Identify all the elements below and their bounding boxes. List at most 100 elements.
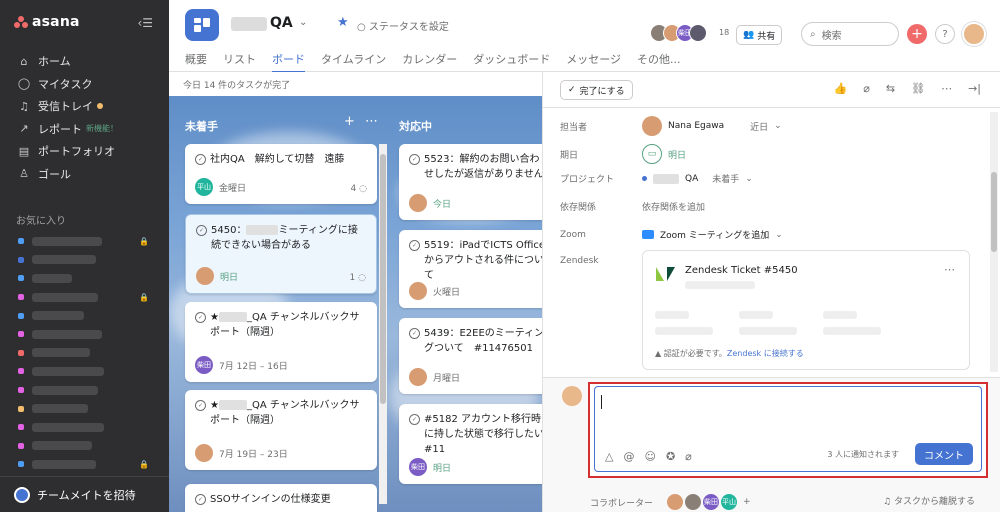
avatar[interactable]: 平山 xyxy=(195,178,213,196)
favorite-project-item[interactable]: 🔒 xyxy=(0,455,169,474)
add-task-icon[interactable]: + xyxy=(344,114,355,129)
sidebar-item-my-tasks[interactable]: ◯ マイタスク xyxy=(0,73,169,96)
like-icon[interactable]: 👍 xyxy=(834,82,848,95)
check-icon[interactable]: ✓ xyxy=(196,225,207,236)
column-title-in-progress[interactable]: 対応中 xyxy=(399,118,432,134)
favorite-project-item[interactable] xyxy=(0,306,169,325)
create-button[interactable]: + xyxy=(907,24,927,44)
attachment-icon[interactable]: ⌀ xyxy=(863,82,870,95)
star-icon[interactable]: ★ xyxy=(337,15,349,30)
subtask-icon[interactable]: ⇆ xyxy=(886,82,895,95)
collapse-sidebar-icon[interactable]: ‹☰ xyxy=(137,16,153,30)
check-icon[interactable]: ✓ xyxy=(409,328,420,339)
search-input[interactable]: ⌕ 検索 xyxy=(801,22,899,46)
assignee-extra[interactable]: 近日 xyxy=(750,120,768,133)
project-section[interactable]: 未着手 xyxy=(712,172,739,185)
tab-overview[interactable]: 概要 xyxy=(185,51,207,73)
avatar[interactable]: 柴田 xyxy=(703,494,720,510)
sidebar-item-inbox[interactable]: ♫ 受信トレイ xyxy=(0,95,169,118)
leave-task-button[interactable]: ♫ タスクから離脱する xyxy=(883,494,975,507)
pane-scrollbar[interactable] xyxy=(990,112,998,372)
favorite-project-item[interactable]: 🔒 xyxy=(0,232,169,251)
favorite-project-item[interactable]: 🔒 xyxy=(0,288,169,307)
task-card-selected[interactable]: ✓ 5450： ミーティングに接続できない場合がある 明日 1 ◌ xyxy=(185,214,377,294)
mark-complete-button[interactable]: ✓ 完了にする xyxy=(560,80,633,100)
chevron-down-icon[interactable]: ⌄ xyxy=(774,121,782,131)
task-card[interactable]: ✓ 5439：E2EEのミーティングついて #11476501 月曜日 xyxy=(399,318,542,394)
emoji-icon[interactable]: ☺ xyxy=(644,450,655,463)
user-avatar[interactable] xyxy=(962,22,986,46)
close-pane-icon[interactable]: →| xyxy=(968,82,981,95)
invite-teammates-button[interactable]: チームメイトを招待 xyxy=(0,476,169,512)
scrollbar-thumb[interactable] xyxy=(991,172,997,252)
sidebar-item-portfolios[interactable]: ▤ ポートフォリオ xyxy=(0,140,169,163)
tab-timeline[interactable]: タイムライン xyxy=(321,51,386,73)
sidebar-item-reports[interactable]: ↗ レポート 新機能！ xyxy=(0,118,169,141)
check-icon[interactable]: ✓ xyxy=(195,312,206,323)
avatar[interactable] xyxy=(409,282,427,300)
avatar[interactable]: 柴田 xyxy=(409,458,427,476)
comment-button[interactable]: コメント xyxy=(915,443,973,465)
tab-list[interactable]: リスト xyxy=(223,51,256,73)
task-card[interactable]: ✓ 5523：解約のお問い合わせしたが返信がありません 今日 xyxy=(399,144,542,220)
avatar[interactable] xyxy=(685,494,702,510)
due-date-value[interactable]: 明日 xyxy=(668,148,686,161)
avatar[interactable] xyxy=(409,368,427,386)
column-scrollbar[interactable] xyxy=(379,144,387,504)
favorite-project-item[interactable] xyxy=(0,325,169,344)
favorite-project-item[interactable] xyxy=(0,437,169,456)
set-status-button[interactable]: ○ ステータスを設定 xyxy=(357,18,449,33)
check-icon[interactable]: ✓ xyxy=(195,154,206,165)
sidebar-item-home[interactable]: ⌂ ホーム xyxy=(0,50,169,73)
link-icon[interactable]: ⛓ xyxy=(911,82,925,95)
task-card[interactable]: ✓ SSOサインインの仕様変更 xyxy=(185,484,377,512)
member-avatars[interactable]: 柴田 xyxy=(650,24,707,42)
tab-calendar[interactable]: カレンダー xyxy=(402,51,457,73)
add-zoom-meeting-button[interactable]: Zoom ミーティングを追加 xyxy=(660,228,769,241)
sidebar-item-goals[interactable]: ♙ ゴール xyxy=(0,163,169,186)
tab-dashboard[interactable]: ダッシュボード xyxy=(473,51,550,73)
project-board-icon[interactable] xyxy=(185,9,219,41)
task-card[interactable]: ✓ 5519：iPadでICTS Officeからアウトされる件について 火曜日 xyxy=(399,230,542,308)
check-icon[interactable]: ✓ xyxy=(195,400,206,411)
add-collaborator-icon[interactable]: + xyxy=(743,497,751,507)
chevron-down-icon[interactable]: ⌄ xyxy=(299,17,307,28)
sticker-icon[interactable]: ✪ xyxy=(666,450,675,463)
avatar[interactable] xyxy=(409,194,427,212)
assignee-name[interactable]: Nana Egawa xyxy=(668,121,724,131)
favorite-project-item[interactable] xyxy=(0,269,169,288)
task-card[interactable]: ✓ ★ _QA チャンネルバックサポート（隔週） 柴田 7月 12日 – 16日 xyxy=(185,302,377,382)
chevron-down-icon[interactable]: ⌄ xyxy=(775,230,783,240)
project-title[interactable]: QA xyxy=(270,15,293,31)
check-icon[interactable]: ✓ xyxy=(409,414,420,425)
favorite-project-item[interactable] xyxy=(0,399,169,418)
favorite-project-item[interactable] xyxy=(0,381,169,400)
formatting-icon[interactable]: △ xyxy=(605,450,613,463)
avatar[interactable] xyxy=(195,444,213,462)
more-icon[interactable]: ⋯ xyxy=(944,263,955,276)
add-dependency-button[interactable]: 依存関係を追加 xyxy=(642,200,705,213)
favorite-project-item[interactable] xyxy=(0,418,169,437)
column-title-todo[interactable]: 未着手 xyxy=(185,118,218,134)
favorite-project-item[interactable] xyxy=(0,344,169,363)
project-name[interactable]: QA xyxy=(685,174,698,184)
more-icon[interactable]: ⋯ xyxy=(941,82,952,95)
tab-board[interactable]: ボード xyxy=(272,51,305,73)
avatar[interactable]: 平山 xyxy=(721,494,738,510)
check-icon[interactable]: ✓ xyxy=(195,494,206,505)
calendar-icon[interactable]: ▭ xyxy=(642,144,662,164)
task-card[interactable]: ✓ ★ _QA チャンネルバックサポート（隔週） 7月 19日 – 23日 xyxy=(185,390,377,470)
attachment-icon[interactable]: ⌀ xyxy=(685,450,692,463)
avatar[interactable] xyxy=(667,494,684,510)
share-button[interactable]: 👥 共有 xyxy=(736,25,783,45)
check-icon[interactable]: ✓ xyxy=(409,240,420,251)
tab-messages[interactable]: メッセージ xyxy=(566,51,621,73)
help-button[interactable]: ? xyxy=(935,24,955,44)
check-icon[interactable]: ✓ xyxy=(409,154,420,165)
assignee-avatar[interactable] xyxy=(642,116,662,136)
mention-icon[interactable]: @ xyxy=(623,450,634,463)
task-card[interactable]: ✓ #5182 アカウント移行時に持した状態で移行したい #11 柴田 明日 xyxy=(399,404,542,484)
favorite-project-item[interactable] xyxy=(0,362,169,381)
task-card[interactable]: ✓ 社内QA 解約して切替 遠藤 平山 金曜日 4 ◌ xyxy=(185,144,377,204)
scrollbar-thumb[interactable] xyxy=(380,154,386,404)
